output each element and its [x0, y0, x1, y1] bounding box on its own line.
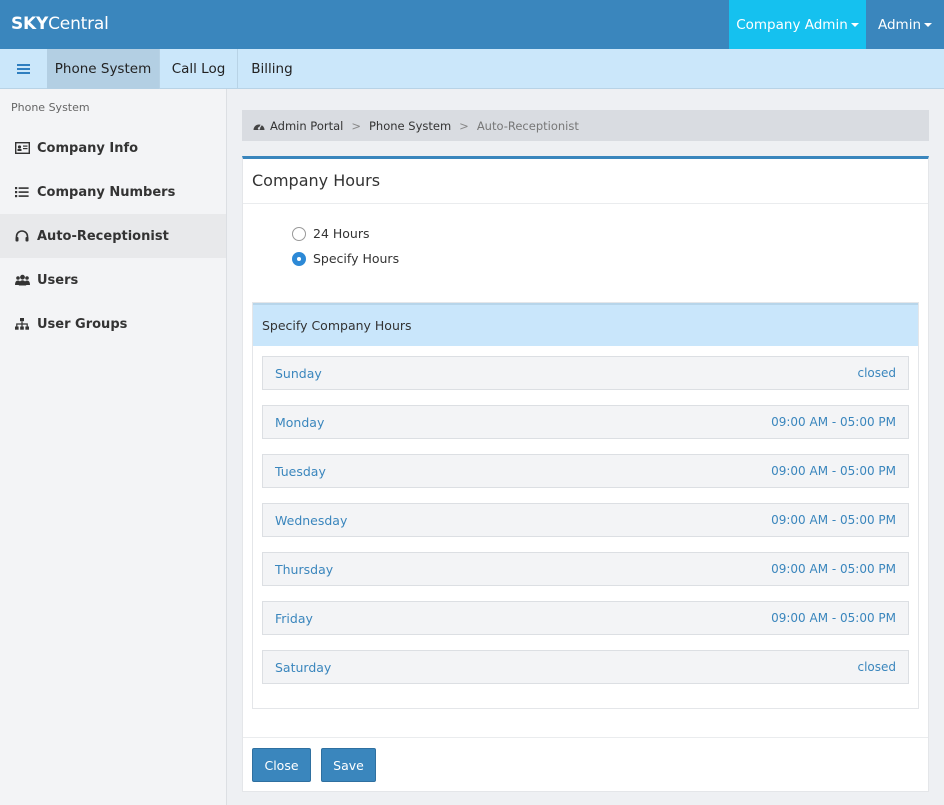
day-name: Monday [275, 414, 325, 430]
sidebar: Phone System Company Info Company Number… [0, 89, 227, 805]
sidebar-item-company-numbers[interactable]: Company Numbers [0, 170, 226, 214]
day-name: Sunday [275, 365, 322, 381]
sidebar-item-label: Company Numbers [37, 184, 176, 200]
day-hours: closed [857, 366, 896, 380]
menu-toggle-button[interactable] [0, 49, 47, 89]
radio-button[interactable] [292, 226, 306, 241]
sitemap-icon [14, 318, 30, 330]
hamburger-icon [17, 68, 30, 70]
close-button[interactable]: Close [252, 748, 311, 782]
sidebar-item-label: Users [37, 272, 79, 288]
divider [243, 737, 928, 738]
day-hours: closed [857, 660, 896, 674]
brand-rest: Central [48, 14, 109, 34]
day-hours: 09:00 AM - 05:00 PM [771, 415, 896, 429]
radio-specify-hours[interactable]: Specify Hours [292, 251, 399, 266]
sidebar-header: Phone System [11, 101, 90, 114]
panel-title: Company Hours [252, 171, 381, 190]
day-name: Thursday [275, 561, 334, 577]
users-icon [14, 274, 30, 286]
sidebar-item-users[interactable]: Users [0, 258, 226, 302]
day-row-saturday[interactable]: Saturday closed [262, 650, 909, 684]
tab-label: Billing [251, 61, 293, 77]
sidebar-item-label: Company Info [37, 140, 139, 156]
breadcrumb-current: Auto-Receptionist [476, 118, 579, 133]
caret-down-icon [924, 22, 933, 27]
admin-label: Admin [877, 16, 922, 33]
day-hours: 09:00 AM - 05:00 PM [771, 464, 896, 478]
specify-hours-box: Specify Company Hours Sunday closed Mond… [252, 302, 919, 709]
sidebar-item-auto-receptionist[interactable]: Auto-Receptionist [0, 214, 226, 258]
day-row-sunday[interactable]: Sunday closed [262, 356, 909, 390]
tab-phone-system[interactable]: Phone System [47, 49, 160, 89]
sidebar-item-company-info[interactable]: Company Info [0, 126, 226, 170]
brand-bold: SKY [11, 14, 49, 34]
day-row-friday[interactable]: Friday 09:00 AM - 05:00 PM [262, 601, 909, 635]
tab-call-log[interactable]: Call Log [160, 49, 238, 89]
top-bar: SKYCentral Company Admin Admin [0, 0, 944, 49]
divider [243, 203, 928, 204]
day-hours: 09:00 AM - 05:00 PM [771, 513, 896, 527]
day-name: Saturday [275, 659, 332, 675]
brand-logo[interactable]: SKYCentral [11, 14, 109, 34]
breadcrumb: Admin Portal > Phone System > Auto-Recep… [242, 110, 929, 141]
breadcrumb-separator: > [351, 118, 361, 133]
radio-label: 24 Hours [313, 226, 370, 241]
sidebar-item-user-groups[interactable]: User Groups [0, 302, 226, 346]
day-row-wednesday[interactable]: Wednesday 09:00 AM - 05:00 PM [262, 503, 909, 537]
company-hours-panel: Company Hours 24 Hours Specify Hours Spe… [242, 156, 929, 792]
breadcrumb-admin-portal[interactable]: Admin Portal [270, 119, 343, 133]
company-admin-label: Company Admin [736, 16, 848, 33]
day-name: Tuesday [275, 463, 326, 479]
headphones-icon [14, 230, 30, 242]
day-row-monday[interactable]: Monday 09:00 AM - 05:00 PM [262, 405, 909, 439]
sidebar-item-label: Auto-Receptionist [37, 228, 169, 244]
day-row-tuesday[interactable]: Tuesday 09:00 AM - 05:00 PM [262, 454, 909, 488]
tab-label: Phone System [54, 61, 152, 77]
radio-label: Specify Hours [313, 251, 400, 266]
breadcrumb-separator: > [459, 118, 469, 133]
tab-billing[interactable]: Billing [238, 49, 306, 89]
breadcrumb-phone-system[interactable]: Phone System [369, 119, 451, 133]
radio-button[interactable] [292, 251, 306, 266]
radio-24-hours[interactable]: 24 Hours [292, 226, 370, 241]
tab-label: Call Log [171, 61, 226, 77]
day-row-thursday[interactable]: Thursday 09:00 AM - 05:00 PM [262, 552, 909, 586]
day-hours: 09:00 AM - 05:00 PM [771, 562, 896, 576]
sidebar-item-label: User Groups [37, 316, 128, 332]
admin-dropdown[interactable]: Admin [866, 0, 944, 49]
save-button[interactable]: Save [321, 748, 376, 782]
list-icon [14, 186, 30, 198]
caret-down-icon [850, 22, 859, 27]
id-card-icon [14, 142, 30, 154]
day-name: Wednesday [275, 512, 348, 528]
nav-bar: Phone System Call Log Billing [0, 49, 944, 89]
day-hours: 09:00 AM - 05:00 PM [771, 611, 896, 625]
hours-header: Specify Company Hours [253, 303, 918, 346]
dashboard-icon [253, 121, 265, 131]
day-name: Friday [275, 610, 313, 626]
company-admin-dropdown[interactable]: Company Admin [729, 0, 866, 49]
